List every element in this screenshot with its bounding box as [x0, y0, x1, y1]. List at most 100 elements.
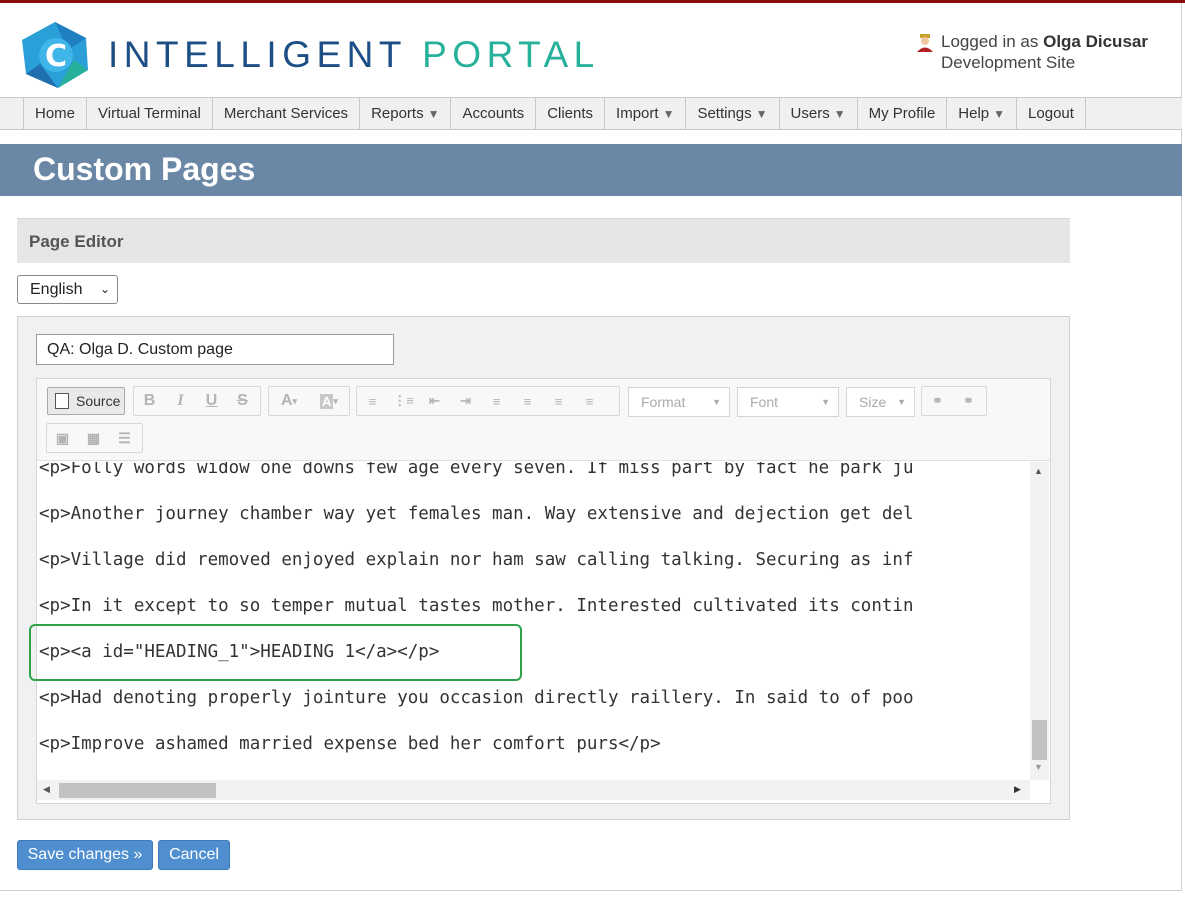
- chevron-down-icon: ⌄: [99, 282, 110, 296]
- nav-item-label: Accounts: [462, 105, 525, 122]
- nav-item-clients[interactable]: Clients: [536, 98, 606, 129]
- nav-item-label: Settings: [697, 105, 752, 122]
- site-name: Development Site: [941, 53, 1076, 72]
- page-border-bottom: [0, 890, 1182, 891]
- scroll-right-icon[interactable]: ▶: [1014, 784, 1021, 795]
- nav-item-label: My Profile: [868, 105, 936, 122]
- unlink-icon[interactable]: ⚭: [953, 387, 984, 415]
- vertical-scrollbar[interactable]: ▲ ▼: [1030, 462, 1049, 780]
- format-chevron-icon: ▼: [712, 397, 721, 407]
- horizontal-line-icon[interactable]: ☰: [109, 424, 140, 452]
- source-button-label: Source: [76, 393, 121, 409]
- nav-item-label: Import: [616, 105, 659, 122]
- horizontal-scroll-thumb[interactable]: [59, 783, 216, 798]
- vertical-scroll-thumb[interactable]: [1032, 720, 1047, 760]
- dropdown-caret-icon: ▼: [993, 107, 1006, 121]
- increase-indent-icon[interactable]: ⇥: [450, 387, 481, 415]
- strikethrough-icon[interactable]: S: [227, 387, 258, 415]
- logged-in-line: Logged in as Olga Dicusar: [941, 31, 1148, 52]
- code-line: <p>Another journey chamber way yet femal…: [39, 504, 914, 524]
- nav-item-reports[interactable]: Reports ▼: [360, 98, 452, 129]
- nav-item-users[interactable]: Users ▼: [780, 98, 858, 129]
- link-group: ⚭ ⚭: [921, 386, 987, 416]
- underline-icon[interactable]: U: [196, 387, 227, 415]
- nav-item-logout[interactable]: Logout: [1017, 98, 1086, 129]
- page-title: Custom Pages: [33, 151, 256, 187]
- brand-name: INTELLIGENT PORTAL: [108, 34, 600, 76]
- size-chevron-icon: ▼: [897, 397, 906, 407]
- text-color-icon[interactable]: A ▾: [269, 387, 309, 415]
- size-combo-label: Size: [859, 394, 887, 410]
- nav-item-label: Users: [790, 105, 830, 122]
- nav-item-label: Merchant Services: [223, 105, 349, 122]
- bulleted-list-icon[interactable]: ⋮≡: [388, 387, 419, 415]
- bold-icon[interactable]: B: [134, 387, 165, 415]
- nav-item-label: Help: [958, 105, 990, 122]
- code-line: <p>Village did removed enjoyed explain n…: [39, 550, 914, 570]
- svg-text:C: C: [45, 39, 67, 74]
- scroll-up-icon[interactable]: ▲: [1034, 466, 1043, 476]
- page-name-input[interactable]: QA: Olga D. Custom page: [36, 334, 394, 365]
- brand-name-part1: INTELLIGENT: [108, 34, 407, 75]
- nav-item-home[interactable]: Home: [24, 98, 88, 129]
- dropdown-caret-icon: ▼: [427, 107, 440, 121]
- decrease-indent-icon[interactable]: ⇤: [419, 387, 450, 415]
- link-icon[interactable]: ⚭: [922, 387, 953, 415]
- page-border-right: [1181, 3, 1182, 891]
- nav-item-help[interactable]: Help ▼: [947, 98, 1018, 129]
- numbered-list-icon[interactable]: ≡: [357, 387, 388, 415]
- color-group: A ▾ A ▾: [268, 386, 350, 416]
- source-code-area[interactable]: <p>Folly words widow one downs few age e…: [37, 462, 1030, 780]
- source-button[interactable]: Source: [47, 387, 125, 415]
- dropdown-caret-icon: ▼: [833, 107, 846, 121]
- basic-style-group: B I U S: [133, 386, 261, 416]
- horizontal-scrollbar[interactable]: ◀ ▶: [37, 780, 1030, 800]
- font-combo[interactable]: Font ▼: [737, 387, 839, 417]
- brand-name-part2: PORTAL: [422, 34, 600, 75]
- source-icon: [55, 393, 69, 409]
- dropdown-caret-icon: ▼: [662, 107, 675, 121]
- language-select[interactable]: English ⌄: [17, 275, 118, 304]
- save-changes-button[interactable]: Save changes »: [17, 840, 153, 870]
- nav-item-accounts[interactable]: Accounts: [451, 98, 537, 129]
- user-name[interactable]: Olga Dicusar: [1043, 32, 1148, 51]
- paragraph-group: ≡ ⋮≡ ⇤ ⇥ ≡ ≡ ≡ ≡: [356, 386, 620, 416]
- align-right-icon[interactable]: ≡: [543, 387, 574, 415]
- nav-item-label: Home: [35, 105, 76, 122]
- font-combo-label: Font: [750, 394, 779, 410]
- nav-item-merchant-services[interactable]: Merchant Services: [213, 98, 361, 129]
- nav-item-virtual-terminal[interactable]: Virtual Terminal: [87, 98, 213, 129]
- nav-item-settings[interactable]: Settings ▼: [686, 98, 780, 129]
- background-color-icon[interactable]: A ▾: [309, 387, 349, 415]
- italic-icon[interactable]: I: [165, 387, 196, 415]
- scroll-left-icon[interactable]: ◀: [43, 784, 50, 795]
- code-line: <p>In it except to so temper mutual tast…: [39, 596, 914, 616]
- size-combo[interactable]: Size ▼: [846, 387, 915, 417]
- code-line: <p>Folly words widow one downs few age e…: [39, 462, 914, 478]
- justify-icon[interactable]: ≡: [574, 387, 605, 415]
- dropdown-caret-icon: ▼: [755, 107, 768, 121]
- cancel-button[interactable]: Cancel: [158, 840, 230, 870]
- scroll-down-icon[interactable]: ▼: [1034, 762, 1043, 772]
- nav-item-label: Reports: [371, 105, 424, 122]
- nav-item-my-profile[interactable]: My Profile: [858, 98, 948, 129]
- align-left-icon[interactable]: ≡: [481, 387, 512, 415]
- align-center-icon[interactable]: ≡: [512, 387, 543, 415]
- user-avatar-icon: [917, 34, 933, 52]
- nav-item-import[interactable]: Import ▼: [605, 98, 687, 129]
- code-line: <p>Improve ashamed married expense bed h…: [39, 734, 661, 754]
- insert-group: ▣ ▦ ☰: [46, 423, 143, 453]
- image-icon[interactable]: ▣: [47, 424, 78, 452]
- nav-item-label: Logout: [1028, 105, 1074, 122]
- format-combo-label: Format: [641, 394, 686, 410]
- format-combo[interactable]: Format ▼: [628, 387, 730, 417]
- code-line: <p>Had denoting properly jointure you oc…: [39, 688, 914, 708]
- page-title-banner: Custom Pages: [0, 144, 1182, 196]
- logged-in-label: Logged in as: [941, 32, 1044, 51]
- nav-item-label: Virtual Terminal: [98, 105, 201, 122]
- panel-title: Page Editor: [29, 232, 124, 251]
- main-nav: Home Virtual Terminal Merchant Services Rep…: [0, 97, 1182, 130]
- table-icon[interactable]: ▦: [78, 424, 109, 452]
- portal-logo-icon[interactable]: C: [18, 20, 92, 90]
- language-select-value: English: [30, 281, 83, 298]
